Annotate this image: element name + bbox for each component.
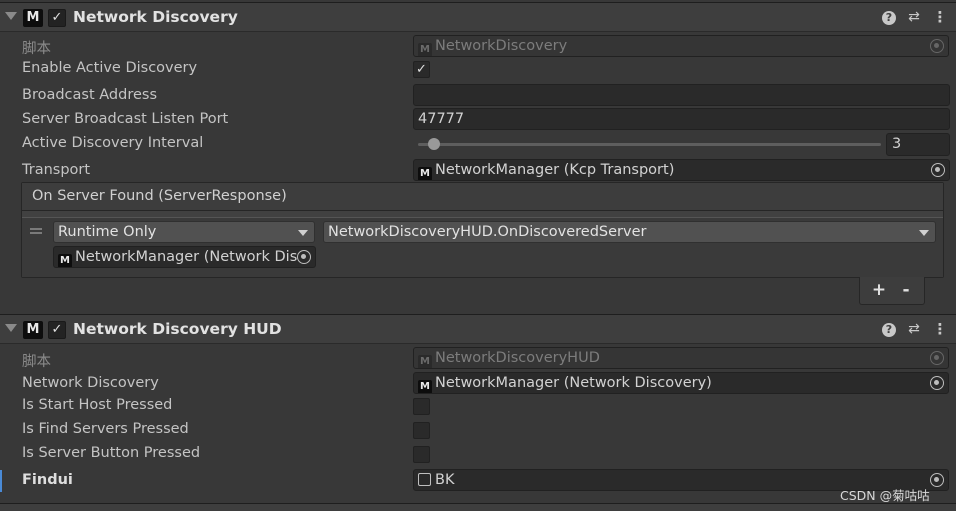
- script-field-value: NetworkDiscovery: [435, 38, 568, 54]
- mirror-script-icon: M: [23, 321, 43, 339]
- event-header: On Server Found (ServerResponse): [22, 183, 943, 211]
- network-discovery-field-value: NetworkManager (Network Discovery): [435, 375, 712, 391]
- object-picker-icon[interactable]: [930, 473, 944, 487]
- active-discovery-interval-slider-thumb[interactable]: [428, 138, 440, 150]
- broadcast-address-input[interactable]: [413, 84, 950, 106]
- network-manager-icon: M: [418, 380, 432, 393]
- component-header-network-discovery-hud[interactable]: M ✓ Network Discovery HUD ? ⇄ ⋮: [0, 314, 956, 344]
- event-listener-row: Runtime Only NetworkDiscoveryHUD.OnDisco…: [22, 217, 943, 277]
- on-server-found-event: On Server Found (ServerResponse) Runtime…: [21, 182, 944, 278]
- script-asset-icon: M: [418, 355, 432, 368]
- is-start-host-pressed-toggle[interactable]: [413, 398, 430, 415]
- script-asset-icon: M: [418, 43, 432, 56]
- findui-label: Findui: [22, 472, 73, 488]
- script-label: 脚本: [22, 41, 51, 57]
- server-broadcast-listen-port-label: Server Broadcast Listen Port: [22, 111, 229, 127]
- is-server-button-pressed-label: Is Server Button Pressed: [22, 445, 201, 461]
- presets-icon[interactable]: ⇄: [906, 9, 922, 25]
- active-discovery-interval-label: Active Discovery Interval: [22, 135, 204, 151]
- network-manager-icon: M: [418, 167, 432, 180]
- runtime-mode-dropdown[interactable]: Runtime Only: [53, 221, 315, 243]
- object-picker-icon[interactable]: [931, 163, 945, 177]
- chevron-down-icon: [919, 230, 929, 236]
- enable-active-discovery-toggle[interactable]: ✓: [413, 61, 430, 78]
- is-server-button-pressed-toggle[interactable]: [413, 446, 430, 463]
- component-title: Network Discovery: [73, 8, 238, 26]
- is-find-servers-pressed-toggle[interactable]: [413, 422, 430, 439]
- context-menu-icon[interactable]: ⋮: [932, 9, 948, 25]
- event-target-field[interactable]: M NetworkManager (Network Dis: [53, 246, 316, 268]
- mirror-script-icon: M: [23, 9, 43, 27]
- component-enabled-checkbox[interactable]: ✓: [48, 321, 66, 339]
- transport-field-value: NetworkManager (Kcp Transport): [435, 162, 675, 178]
- gameobject-cube-icon: [418, 473, 431, 486]
- function-value: NetworkDiscoveryHUD.OnDiscoveredServer: [328, 224, 647, 240]
- transport-label: Transport: [22, 162, 91, 178]
- watermark: CSDN @菊咕咕: [840, 488, 930, 503]
- foldout-arrow-icon[interactable]: [5, 324, 17, 332]
- presets-icon[interactable]: ⇄: [906, 321, 922, 337]
- findui-field-value: BK: [435, 472, 455, 488]
- network-discovery-field[interactable]: M NetworkManager (Network Discovery): [413, 372, 949, 394]
- active-discovery-interval-input[interactable]: 3: [886, 133, 950, 156]
- add-listener-button[interactable]: +: [869, 280, 889, 300]
- object-picker-icon[interactable]: [930, 376, 944, 390]
- server-broadcast-listen-port-input[interactable]: 47777: [413, 108, 950, 130]
- object-picker-icon[interactable]: [297, 250, 311, 264]
- event-target-value: NetworkManager (Network Dis: [75, 249, 298, 265]
- function-dropdown[interactable]: NetworkDiscoveryHUD.OnDiscoveredServer: [323, 221, 936, 243]
- is-find-servers-pressed-label: Is Find Servers Pressed: [22, 421, 189, 437]
- object-picker-icon[interactable]: [930, 351, 944, 365]
- drag-handle-icon[interactable]: [30, 228, 42, 234]
- network-discovery-label: Network Discovery: [22, 375, 159, 391]
- script-label: 脚本: [22, 354, 51, 370]
- event-list-footer: + -: [859, 277, 925, 305]
- broadcast-address-label: Broadcast Address: [22, 87, 158, 103]
- chevron-down-icon: [298, 230, 308, 236]
- component-header-next[interactable]: [0, 503, 956, 511]
- active-discovery-interval-slider-track[interactable]: [418, 143, 881, 146]
- script-field[interactable]: M NetworkDiscoveryHUD: [413, 347, 949, 369]
- remove-listener-button[interactable]: -: [896, 280, 916, 300]
- object-picker-icon[interactable]: [930, 39, 944, 53]
- is-start-host-pressed-label: Is Start Host Pressed: [22, 397, 173, 413]
- enable-active-discovery-label: Enable Active Discovery: [22, 60, 198, 76]
- modified-property-indicator: [0, 470, 2, 492]
- help-icon[interactable]: ?: [882, 11, 896, 25]
- component-header-network-discovery[interactable]: M ✓ Network Discovery ? ⇄ ⋮: [0, 2, 956, 32]
- component-enabled-checkbox[interactable]: ✓: [48, 9, 66, 27]
- script-field[interactable]: M NetworkDiscovery: [413, 35, 949, 57]
- foldout-arrow-icon[interactable]: [5, 12, 17, 20]
- transport-field[interactable]: M NetworkManager (Kcp Transport): [413, 159, 950, 181]
- context-menu-icon[interactable]: ⋮: [932, 321, 948, 337]
- network-manager-icon: M: [58, 254, 72, 267]
- script-field-value: NetworkDiscoveryHUD: [435, 350, 600, 366]
- component-title: Network Discovery HUD: [73, 320, 282, 338]
- help-icon[interactable]: ?: [882, 323, 896, 337]
- runtime-mode-value: Runtime Only: [58, 224, 157, 240]
